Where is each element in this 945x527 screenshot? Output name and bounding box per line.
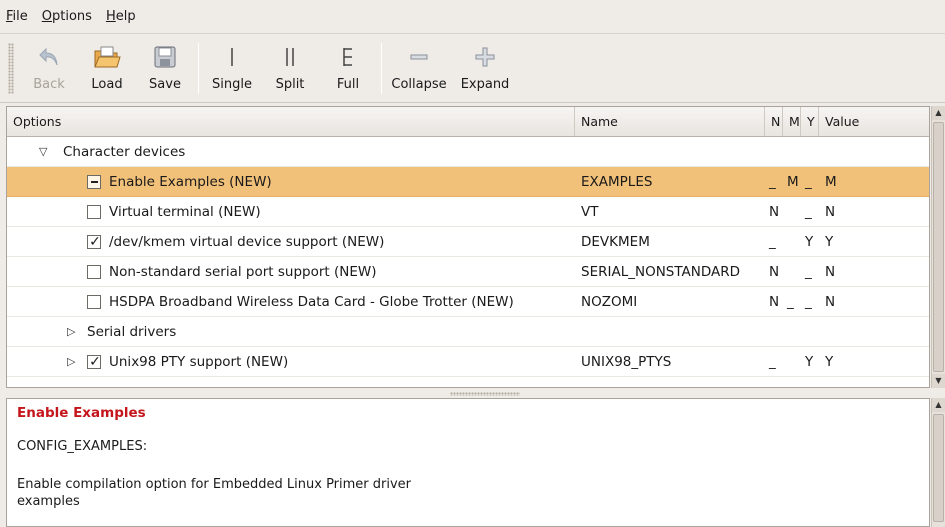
- row-value: M: [825, 174, 837, 190]
- split-view-button[interactable]: Split: [261, 35, 319, 102]
- description-config-symbol: CONFIG_EXAMPLES:: [17, 439, 148, 454]
- column-header-m[interactable]: M: [783, 107, 801, 136]
- row-value: N: [825, 264, 836, 280]
- toolbar-separator: [198, 43, 199, 94]
- checkbox-checked[interactable]: ✓: [87, 354, 101, 370]
- tristate-checkbox[interactable]: [87, 175, 101, 189]
- scroll-down-arrow-icon[interactable]: ▼: [932, 374, 945, 388]
- description-vertical-scrollbar[interactable]: ▲: [931, 398, 945, 527]
- checkmark-icon: ✓: [89, 354, 101, 370]
- scroll-up-arrow-icon[interactable]: ▲: [932, 106, 945, 120]
- divider-grip: [450, 392, 520, 396]
- row-name: DEVKMEM: [581, 234, 650, 250]
- row-value: Y: [825, 354, 834, 370]
- tree-row-serial-nonstandard[interactable]: Non-standard serial port support (NEW) S…: [7, 257, 929, 287]
- row-name: UNIX98_PTYS: [581, 354, 672, 370]
- row-label: HSDPA Broadband Wireless Data Card - Glo…: [109, 294, 514, 310]
- row-y[interactable]: _: [805, 287, 812, 317]
- row-name: SERIAL_NONSTANDARD: [581, 264, 741, 280]
- scrollbar-thumb[interactable]: [933, 414, 944, 522]
- checkbox[interactable]: [87, 205, 101, 219]
- tree-row-unix98-ptys[interactable]: ▷ ✓ Unix98 PTY support (NEW) UNIX98_PTYS…: [7, 347, 929, 377]
- row-value: Y: [825, 234, 834, 250]
- column-header-y[interactable]: Y: [801, 107, 819, 136]
- column-header-options[interactable]: Options: [7, 107, 575, 136]
- floppy-disk-icon: [150, 43, 180, 71]
- toolbar-separator: [381, 43, 382, 94]
- row-label: Non-standard serial port support (NEW): [109, 264, 377, 280]
- row-n[interactable]: _: [769, 167, 776, 197]
- row-y[interactable]: _: [805, 257, 812, 287]
- pane-divider[interactable]: [0, 390, 945, 398]
- toolbar-grip[interactable]: [8, 43, 14, 94]
- row-y[interactable]: _: [805, 197, 812, 227]
- menu-help[interactable]: Help: [106, 9, 136, 24]
- description-title: Enable Examples: [17, 405, 146, 421]
- expander-collapsed-icon[interactable]: ▷: [67, 347, 75, 377]
- tree-row-devkmem[interactable]: ✓ /dev/kmem virtual device support (NEW)…: [7, 227, 929, 257]
- back-button[interactable]: Back: [20, 35, 78, 102]
- full-view-button[interactable]: Full: [319, 35, 377, 102]
- tree-vertical-scrollbar[interactable]: ▲ ▼: [931, 106, 945, 388]
- column-header-n[interactable]: N: [765, 107, 783, 136]
- collapse-minus-icon: [404, 43, 434, 71]
- save-button[interactable]: Save: [136, 35, 194, 102]
- row-label: Virtual terminal (NEW): [109, 204, 261, 220]
- full-tree-icon: [333, 43, 363, 71]
- row-value: N: [825, 204, 836, 220]
- toolbar: Back Load Save Single Split Full Collaps…: [0, 35, 945, 103]
- menu-file[interactable]: File: [6, 9, 28, 24]
- column-header-value[interactable]: Value: [819, 107, 929, 136]
- menubar: File Options Help: [0, 0, 945, 34]
- description-pane: Enable Examples CONFIG_EXAMPLES: Enable …: [6, 398, 930, 527]
- tree-row-serial-drivers[interactable]: ▷ Serial drivers: [7, 317, 929, 347]
- options-tree: Options Name N M Y Value ▽ Character dev…: [6, 106, 930, 388]
- row-m[interactable]: _: [787, 287, 794, 317]
- row-label: /dev/kmem virtual device support (NEW): [109, 234, 385, 250]
- back-arrow-icon: [34, 43, 64, 71]
- row-y[interactable]: Y: [805, 347, 813, 377]
- row-n[interactable]: _: [769, 347, 776, 377]
- single-view-button[interactable]: Single: [203, 35, 261, 102]
- single-pane-icon: [217, 43, 247, 71]
- expander-collapsed-icon[interactable]: ▷: [67, 317, 75, 347]
- description-text: Enable compilation option for Embedded L…: [17, 477, 412, 509]
- collapse-button[interactable]: Collapse: [386, 35, 452, 102]
- row-name: VT: [581, 204, 599, 220]
- row-name: NOZOMI: [581, 294, 638, 310]
- tree-row-virtual-terminal[interactable]: Virtual terminal (NEW) VT N _ N: [7, 197, 929, 227]
- tree-header: Options Name N M Y Value: [7, 107, 929, 137]
- folder-open-icon: [92, 43, 122, 71]
- row-n[interactable]: N: [769, 197, 779, 227]
- expand-button[interactable]: Expand: [452, 35, 518, 102]
- checkbox[interactable]: [87, 265, 101, 279]
- tree-row-character-devices[interactable]: ▽ Character devices: [7, 137, 929, 167]
- expand-plus-icon: [470, 43, 500, 71]
- split-pane-icon: [275, 43, 305, 71]
- row-value: N: [825, 294, 836, 310]
- row-m[interactable]: M: [787, 167, 799, 197]
- column-header-name[interactable]: Name: [575, 107, 765, 136]
- row-n[interactable]: N: [769, 257, 779, 287]
- checkbox-checked[interactable]: ✓: [87, 234, 101, 250]
- scroll-up-arrow-icon[interactable]: ▲: [932, 398, 945, 412]
- row-name: EXAMPLES: [581, 174, 653, 190]
- expander-expanded-icon[interactable]: ▽: [39, 137, 47, 167]
- row-label: Enable Examples (NEW): [109, 174, 272, 190]
- checkmark-icon: ✓: [89, 234, 101, 250]
- row-label: Unix98 PTY support (NEW): [109, 354, 289, 370]
- row-n[interactable]: N: [769, 287, 779, 317]
- row-n[interactable]: _: [769, 227, 776, 257]
- row-label: Serial drivers: [87, 324, 177, 340]
- tree-row-enable-examples[interactable]: Enable Examples (NEW) EXAMPLES _ M _ M: [7, 167, 929, 197]
- load-button[interactable]: Load: [78, 35, 136, 102]
- checkbox[interactable]: [87, 295, 101, 309]
- row-y[interactable]: Y: [805, 227, 813, 257]
- checkbox-module-dash-icon: [91, 181, 98, 183]
- scrollbar-thumb[interactable]: [933, 122, 944, 372]
- row-label: Character devices: [63, 144, 186, 160]
- row-y[interactable]: _: [805, 167, 812, 197]
- menu-options[interactable]: Options: [42, 9, 92, 24]
- tree-row-nozomi[interactable]: HSDPA Broadband Wireless Data Card - Glo…: [7, 287, 929, 317]
